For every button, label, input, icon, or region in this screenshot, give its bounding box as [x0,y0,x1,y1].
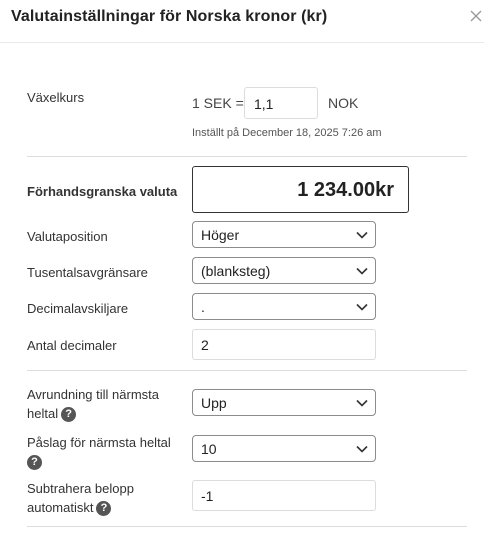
decimals-count-value: 2 [201,337,209,353]
markup-label-line1: Påslag för närmsta heltal [27,435,171,450]
exchange-rate-suffix: NOK [328,95,359,111]
currency-position-value: Höger [201,227,240,243]
preview-label: Förhandsgranska valuta [27,184,178,199]
dialog-title: Valutainställningar för Norska kronor (k… [11,8,328,25]
decimal-separator-select[interactable]: . [192,293,376,320]
decimal-separator-label: Decimalavskiljare [27,301,129,316]
currency-position-select[interactable]: Höger [192,221,376,248]
decimal-separator-value: . [201,299,205,315]
markup-label: Påslag för närmsta heltal ? [27,433,171,471]
thousands-separator-label: Tusentalsavgränsare [27,265,148,280]
chevron-down-icon [356,399,368,407]
help-icon[interactable]: ? [27,455,42,471]
markup-value: 10 [201,441,217,457]
decimals-count-label: Antal decimaler [27,338,117,353]
rounding-label-line1: Avrundning till närmsta [27,387,159,402]
markup-select[interactable]: 10 [192,435,376,462]
subtract-label-line1: Subtrahera belopp [27,481,134,496]
chevron-down-icon [356,303,368,311]
subtract-value: -1 [201,488,214,504]
currency-position-label: Valutaposition [27,229,108,244]
exchange-rate-value: 1,1 [254,96,274,112]
rounding-select[interactable]: Upp [192,389,376,416]
chevron-down-icon [356,445,368,453]
rounding-label-line2: heltal [27,406,59,421]
exchange-rate-prefix: 1 SEK = [192,95,244,111]
divider [27,526,467,527]
rounding-label: Avrundning till närmsta heltal? [27,385,159,423]
decimals-count-input[interactable]: 2 [192,329,376,360]
preview-box: 1 234.00kr [192,166,409,213]
help-icon[interactable]: ? [96,501,112,517]
rounding-value: Upp [201,395,227,411]
thousands-separator-select[interactable]: (blanksteg) [192,257,376,284]
help-icon[interactable]: ? [61,407,77,423]
subtract-input[interactable]: -1 [192,480,376,511]
chevron-down-icon [356,231,368,239]
exchange-rate-label: Växelkurs [27,90,85,105]
subtract-label: Subtrahera belopp automatiskt? [27,479,134,517]
close-icon[interactable] [468,6,484,26]
preview-value: 1 234.00kr [297,179,394,201]
exchange-rate-updated: Inställt på December 18, 2025 7:26 am [192,127,382,139]
divider [27,370,467,371]
chevron-down-icon [356,267,368,275]
thousands-separator-value: (blanksteg) [201,263,271,279]
divider [27,156,467,157]
dialog-header: Valutainställningar för Norska kronor (k… [0,0,484,43]
subtract-label-line2: automatiskt [27,500,94,515]
exchange-rate-input[interactable]: 1,1 [244,87,318,119]
